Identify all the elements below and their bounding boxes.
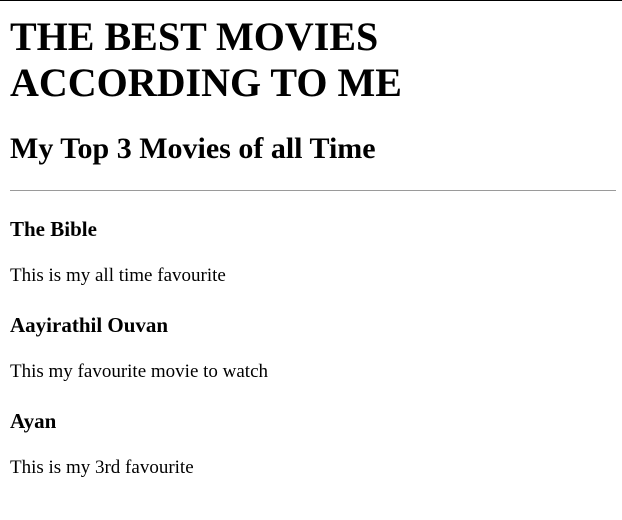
list-item: Ayan This is my 3rd favourite — [10, 409, 616, 479]
list-item: The Bible This is my all time favourite — [10, 217, 616, 287]
divider — [10, 190, 616, 191]
movie-description: This is my all time favourite — [10, 265, 226, 286]
page-content: THE BEST MOVIES ACCORDING TO ME My Top 3… — [10, 0, 616, 479]
page-subtitle: My Top 3 Movies of all Time — [10, 132, 376, 165]
movie-title: Aayirathil Ouvan — [10, 313, 169, 337]
movie-description: This my favourite movie to watch — [10, 361, 269, 382]
movie-list: The Bible This is my all time favourite … — [10, 217, 616, 479]
movie-title: The Bible — [10, 217, 97, 241]
list-item: Aayirathil Ouvan This my favourite movie… — [10, 313, 616, 383]
page-title: THE BEST MOVIES ACCORDING TO ME — [10, 14, 402, 105]
movie-description: This is my 3rd favourite — [10, 457, 194, 478]
movie-title: Ayan — [10, 409, 57, 433]
